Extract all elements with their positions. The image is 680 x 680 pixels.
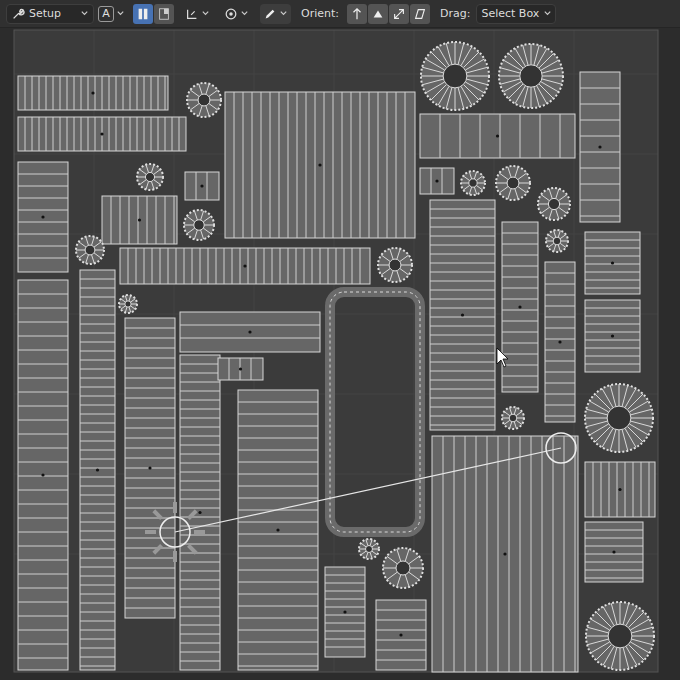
uv-island[interactable] bbox=[359, 539, 379, 559]
uv-view[interactable] bbox=[0, 28, 680, 680]
uv-island[interactable] bbox=[546, 230, 568, 252]
diagonal-arrow-icon bbox=[392, 7, 406, 21]
orient-button[interactable] bbox=[410, 4, 430, 24]
view-toggle[interactable] bbox=[154, 4, 174, 24]
uv-island[interactable] bbox=[76, 236, 104, 264]
proportional-icon bbox=[224, 7, 238, 21]
uv-island[interactable] bbox=[586, 602, 654, 670]
orient-button[interactable] bbox=[389, 4, 409, 24]
uv-island[interactable] bbox=[383, 548, 423, 588]
pivot-icon bbox=[185, 7, 199, 21]
uv-island[interactable] bbox=[376, 600, 426, 670]
view-toggle[interactable] bbox=[133, 4, 153, 24]
pivot-dropdown[interactable] bbox=[182, 4, 213, 24]
chevron-icon bbox=[201, 9, 210, 18]
uv-bounds bbox=[14, 30, 658, 672]
orient-button[interactable] bbox=[368, 4, 388, 24]
uv-island[interactable] bbox=[137, 164, 163, 190]
orient-group bbox=[347, 4, 430, 24]
chevron-icon bbox=[80, 9, 89, 18]
orient-button[interactable] bbox=[347, 4, 367, 24]
workspace-label: Setup bbox=[29, 7, 76, 20]
uv-island[interactable] bbox=[585, 462, 655, 517]
drag-dropdown[interactable]: Select Box bbox=[476, 4, 556, 24]
uv-island[interactable] bbox=[238, 390, 318, 670]
uv-island[interactable] bbox=[218, 358, 263, 380]
uv-island[interactable] bbox=[187, 83, 221, 117]
uv-island[interactable] bbox=[325, 567, 365, 657]
uv-island[interactable] bbox=[18, 162, 68, 272]
uv-island[interactable] bbox=[18, 76, 168, 110]
uv-island[interactable] bbox=[585, 300, 640, 372]
wrench-icon bbox=[11, 7, 25, 21]
uv-island[interactable] bbox=[545, 262, 575, 422]
uv-island[interactable] bbox=[180, 312, 320, 352]
annotate-dropdown[interactable] bbox=[260, 4, 291, 24]
uv-island[interactable] bbox=[585, 522, 643, 582]
split-view-icon bbox=[136, 7, 150, 21]
uv-island[interactable] bbox=[502, 407, 524, 429]
uv-island[interactable] bbox=[330, 292, 420, 532]
uv-island[interactable] bbox=[420, 114, 575, 158]
uv-island[interactable] bbox=[461, 171, 485, 195]
uv-island[interactable] bbox=[102, 196, 177, 244]
chevron-icon[interactable] bbox=[116, 9, 125, 18]
drag-label: Drag: bbox=[440, 7, 470, 20]
header-toolbar: Setup A Orient: Drag: Select Box bbox=[0, 0, 680, 28]
triangle-icon bbox=[371, 7, 385, 21]
uv-island[interactable] bbox=[499, 44, 563, 108]
uv-island[interactable] bbox=[378, 248, 412, 282]
uv-island[interactable] bbox=[185, 172, 219, 200]
uv-island[interactable] bbox=[502, 222, 538, 392]
chevron-icon bbox=[240, 9, 249, 18]
drag-value: Select Box bbox=[481, 7, 539, 20]
single-view-icon bbox=[157, 7, 171, 21]
uv-island[interactable] bbox=[430, 200, 495, 430]
uv-canvas[interactable] bbox=[0, 28, 680, 680]
uv-island[interactable] bbox=[125, 318, 175, 618]
uv-island[interactable] bbox=[18, 280, 68, 670]
uv-island[interactable] bbox=[120, 248, 370, 284]
chevron-icon bbox=[543, 9, 552, 18]
cursor-icon bbox=[497, 348, 508, 367]
orient-label: Orient: bbox=[301, 7, 339, 20]
workspace-dropdown[interactable]: Setup bbox=[6, 4, 94, 24]
uv-island[interactable] bbox=[80, 270, 115, 670]
view-toggle-group bbox=[133, 4, 174, 24]
chevron-icon bbox=[279, 9, 288, 18]
uv-island[interactable] bbox=[119, 295, 137, 313]
auto-button[interactable]: A bbox=[98, 6, 114, 22]
uv-island[interactable] bbox=[585, 232, 640, 294]
uv-island[interactable] bbox=[496, 166, 530, 200]
uv-island[interactable] bbox=[580, 72, 620, 222]
stitch-line bbox=[145, 433, 576, 562]
uv-island[interactable] bbox=[184, 210, 214, 240]
uv-island[interactable] bbox=[180, 355, 220, 670]
shear-icon bbox=[413, 7, 427, 21]
uv-island[interactable] bbox=[421, 42, 489, 110]
uv-island[interactable] bbox=[538, 188, 570, 220]
pencil-icon bbox=[263, 7, 277, 21]
uv-island[interactable] bbox=[225, 92, 415, 238]
uv-island[interactable] bbox=[585, 384, 653, 452]
proportional-dropdown[interactable] bbox=[221, 4, 252, 24]
uv-island[interactable] bbox=[18, 117, 186, 151]
uv-editor: Setup A Orient: Drag: Select Box bbox=[0, 0, 680, 680]
uv-island[interactable] bbox=[420, 168, 454, 194]
arrow-up-icon bbox=[350, 7, 364, 21]
